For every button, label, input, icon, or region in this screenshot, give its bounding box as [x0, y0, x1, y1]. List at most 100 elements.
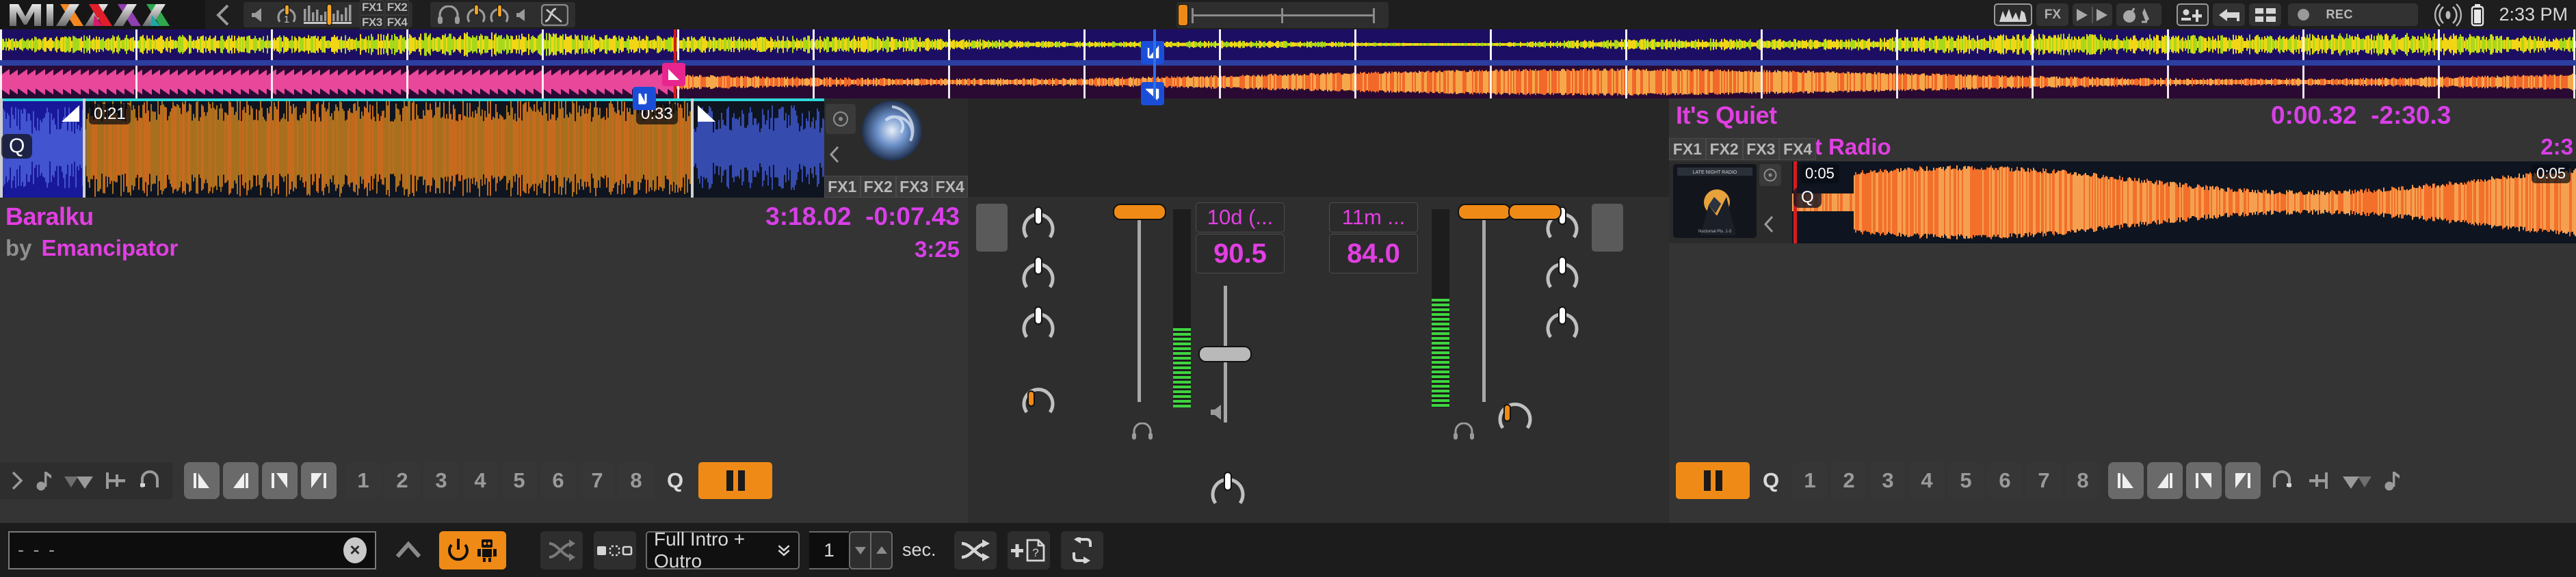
deck-a-remaining-time[interactable]: -0:07.43: [865, 202, 960, 230]
deck-b-eq-mid-knob[interactable]: [1542, 255, 1582, 295]
outro-start-marker[interactable]: [1141, 41, 1164, 64]
headphone-icon[interactable]: [433, 3, 464, 26]
deck-a-outro-end-button[interactable]: [301, 462, 337, 499]
deck-a-fx2-button[interactable]: FX2: [860, 176, 897, 198]
mixer-mute-icon[interactable]: [1209, 402, 1233, 422]
deck-b-main-waveform[interactable]: [0, 66, 2576, 98]
fx2-label[interactable]: FX2: [385, 0, 410, 15]
deck-b-key-display[interactable]: 11m ...: [1329, 202, 1418, 232]
repeat-icon[interactable]: [138, 470, 163, 492]
crossfader-curve-icon[interactable]: [537, 3, 573, 26]
beat-note-icon[interactable]: [2384, 470, 2402, 492]
deck-b-fx1-button[interactable]: FX1: [1669, 138, 1706, 160]
beat-jump-icon[interactable]: [2341, 470, 2373, 492]
deck-a-fx1-button[interactable]: FX1: [824, 176, 860, 198]
fx4-label[interactable]: FX4: [385, 15, 410, 30]
deck-a-hotcue-1[interactable]: 1: [345, 462, 381, 499]
deck-b-bpm-display[interactable]: 84.0: [1329, 234, 1418, 273]
deck-b-track-title[interactable]: It's Quiet: [1676, 101, 1777, 130]
transition-seconds-input[interactable]: 1: [809, 531, 849, 569]
show-decks-button[interactable]: [2073, 3, 2112, 26]
deck-a-hotcue-2[interactable]: 2: [384, 462, 420, 499]
deck-b-elapsed-time[interactable]: 0:00.32: [2271, 101, 2357, 129]
deck-b-fx3-button[interactable]: FX3: [1743, 138, 1780, 160]
collapse-toolbar-button[interactable]: [205, 3, 241, 27]
deck-a-cover-art[interactable]: [861, 100, 923, 161]
deck-b-intro-end-button[interactable]: [2147, 462, 2183, 499]
deck-a-outro-start-button[interactable]: [262, 462, 298, 499]
deck-a-headphone-button[interactable]: [1127, 416, 1158, 447]
deck-b-hotcue-6[interactable]: 6: [1987, 462, 2023, 499]
show-samplers-button[interactable]: [2116, 3, 2161, 26]
deck-a-prev-cover-button[interactable]: [825, 141, 844, 168]
clear-search-icon[interactable]: ×: [343, 537, 367, 563]
deck-b-quantize-button[interactable]: Q: [1753, 462, 1789, 499]
auto-dj-fade-now-button[interactable]: [594, 531, 636, 569]
crossfader[interactable]: [1177, 2, 1389, 28]
deck-a-intro-start-button[interactable]: [184, 462, 220, 499]
deck-a-main-waveform[interactable]: [0, 29, 2576, 60]
transition-mode-select[interactable]: Full Intro + Outro: [646, 531, 800, 569]
deck-b-rate-fader[interactable]: [1508, 204, 1562, 220]
deck-a-track-title[interactable]: Baralku: [5, 202, 94, 231]
deck-a-volume-fader[interactable]: [1113, 204, 1166, 220]
deck-a-hotcue-5[interactable]: 5: [501, 462, 537, 499]
deck-b-hotcue-7[interactable]: 7: [2026, 462, 2062, 499]
shuffle-playlist-button[interactable]: [954, 531, 997, 569]
fx1-label[interactable]: FX1: [360, 0, 384, 15]
deck-a-intro-end-button[interactable]: [223, 462, 259, 499]
deck-a-pfl-button[interactable]: [976, 204, 1008, 252]
repeat-playlist-button[interactable]: [1061, 531, 1103, 569]
deck-b-cover-art[interactable]: LATE NIGHT RADIO Nocturnal Pts. 1-3: [1673, 164, 1757, 238]
show-preview-deck-button[interactable]: [2213, 3, 2245, 26]
deck-a-quantize-button[interactable]: Q: [657, 462, 693, 499]
auto-dj-skip-button[interactable]: [540, 531, 583, 569]
headphone-gain-knob[interactable]: [488, 3, 511, 26]
deck-b-pfl-button[interactable]: [1592, 204, 1623, 252]
deck-a-hotcue-7[interactable]: 7: [579, 462, 615, 499]
deck-b-fx4-button[interactable]: FX4: [1779, 138, 1816, 160]
deck-b-volume-fader[interactable]: [1458, 204, 1511, 220]
deck-a-fx3-button[interactable]: FX3: [896, 176, 932, 198]
beat-jump-icon[interactable]: [63, 470, 94, 492]
deck-a-rate-fader[interactable]: [1198, 346, 1252, 362]
deck-a-overview-waveform[interactable]: 0:21 0:33 Q: [0, 98, 824, 198]
record-button[interactable]: REC: [2288, 3, 2418, 26]
headphone-mix-knob[interactable]: [464, 3, 488, 26]
show-effects-button[interactable]: FX: [2036, 3, 2068, 26]
deck-b-hotcue-5[interactable]: 5: [1948, 462, 1984, 499]
deck-b-remaining-time[interactable]: -2:30.3: [2371, 101, 2451, 129]
search-input[interactable]: - - - ×: [8, 531, 376, 569]
loop-in-marker[interactable]: [633, 87, 656, 110]
deck-b-hotcue-8[interactable]: 8: [2065, 462, 2101, 499]
sampler-count-knob[interactable]: 1: [275, 3, 298, 26]
deck-a-elapsed-time[interactable]: 3:18.02: [765, 202, 852, 230]
show-library-button[interactable]: [2249, 3, 2281, 26]
deck-b-hotcue-1[interactable]: 1: [1792, 462, 1828, 499]
transition-seconds-increment[interactable]: [870, 531, 893, 569]
deck-b-outro-start-button[interactable]: [2186, 462, 2222, 499]
transition-seconds-decrement[interactable]: [849, 531, 871, 569]
play-marker-icon[interactable]: [10, 470, 26, 492]
expand-library-button[interactable]: [387, 531, 430, 569]
deck-a-play-pause-button[interactable]: [698, 462, 772, 499]
deck-b-quick-effect-knob[interactable]: [1495, 395, 1536, 436]
deck-a-eq-high-knob[interactable]: [1018, 205, 1058, 245]
deck-a-bpm-display[interactable]: 90.5: [1196, 234, 1285, 273]
deck-b-eq-low-knob[interactable]: [1542, 305, 1582, 345]
show-waveforms-button[interactable]: [1994, 3, 2032, 26]
repeat-icon[interactable]: [2270, 470, 2295, 492]
deck-a-fx4-button[interactable]: FX4: [932, 176, 969, 198]
add-random-track-button[interactable]: ?: [1008, 531, 1050, 569]
deck-b-play-pause-button[interactable]: [1676, 462, 1750, 499]
deck-a-key-display[interactable]: 10d (...: [1196, 202, 1285, 232]
deck-a-track-artist[interactable]: Emancipator: [42, 235, 179, 261]
beat-note-icon[interactable]: [36, 470, 53, 492]
auto-dj-toggle-button[interactable]: [439, 531, 506, 569]
deck-a-hotcue-4[interactable]: 4: [462, 462, 498, 499]
master-gain-knob[interactable]: [1207, 470, 1248, 511]
crossfader-handle[interactable]: [1178, 4, 1188, 26]
speaker-small-icon[interactable]: [511, 3, 537, 26]
outro-end-marker[interactable]: [1141, 82, 1164, 105]
deck-b-hotcue-4[interactable]: 4: [1909, 462, 1945, 499]
